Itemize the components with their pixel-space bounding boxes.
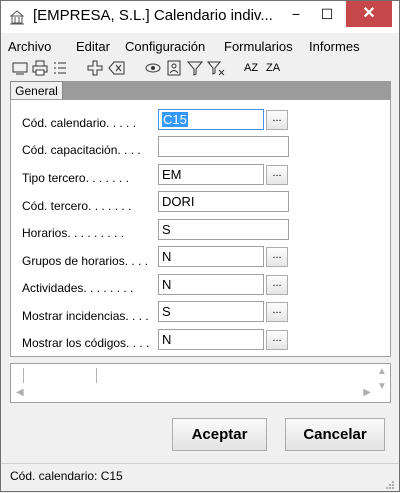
scroll-down-icon[interactable]: ▼	[377, 381, 387, 392]
cod-calendario-lookup-button[interactable]: ...	[266, 110, 288, 130]
label-cod-tercero: Cód. tercero. . . . . . .	[22, 199, 132, 213]
toolbar: AZ ZA	[1, 57, 399, 79]
view-icon[interactable]	[144, 59, 162, 77]
minimize-button[interactable]: −	[282, 1, 310, 27]
sort-desc-icon[interactable]: ZA	[266, 59, 286, 77]
title-bar: [EMPRESA, S.L.] Calendario indiv... − ☐ …	[1, 1, 399, 33]
mostrar-incidencias-field[interactable]: S	[158, 301, 264, 322]
label-tipo-tercero: Tipo tercero. . . . . . .	[22, 171, 129, 185]
cod-calendario-value: C15	[162, 112, 188, 127]
menu-bar: Archivo Editar Configuración Formularios…	[1, 36, 399, 56]
list-icon[interactable]	[51, 59, 69, 77]
grid-column-divider	[96, 368, 97, 383]
grupos-horarios-field[interactable]: N	[158, 246, 264, 267]
scroll-up-icon[interactable]: ▲	[377, 366, 387, 377]
app-building-icon	[9, 9, 25, 25]
menu-informes[interactable]: Informes	[309, 39, 360, 54]
cancel-button[interactable]: Cancelar	[285, 418, 385, 451]
sort-asc-icon[interactable]: AZ	[244, 59, 264, 77]
grid-column-divider	[23, 368, 24, 383]
monitor-icon[interactable]	[11, 59, 29, 77]
scroll-left-icon[interactable]: ◀	[16, 387, 24, 398]
mostrar-incidencias-lookup-button[interactable]: ...	[266, 302, 288, 322]
close-button[interactable]: ✕	[346, 1, 392, 27]
actividades-field[interactable]: N	[158, 274, 264, 295]
mostrar-codigos-lookup-button[interactable]: ...	[266, 330, 288, 350]
grupos-horarios-lookup-button[interactable]: ...	[266, 247, 288, 267]
mostrar-codigos-field[interactable]: N	[158, 329, 264, 350]
printer-icon[interactable]	[31, 59, 49, 77]
label-horarios: Horarios. . . . . . . . .	[22, 226, 125, 240]
general-panel: Cód. calendario. . . . . C15 ... Cód. ca…	[10, 99, 391, 357]
resize-grip-icon[interactable]	[385, 479, 395, 489]
actividades-lookup-button[interactable]: ...	[266, 275, 288, 295]
horarios-field[interactable]: S	[158, 219, 289, 240]
maximize-button[interactable]: ☐	[310, 1, 344, 27]
horizontal-scrollbar[interactable]: ◀ ▶	[12, 386, 375, 402]
tab-general[interactable]: General	[10, 81, 63, 100]
accept-button[interactable]: Aceptar	[172, 418, 267, 451]
card-icon[interactable]	[165, 59, 183, 77]
label-mostrar-incidencias: Mostrar incidencias. . . .	[22, 309, 149, 323]
label-grupos-horarios: Grupos de horarios. . . .	[22, 254, 149, 268]
label-mostrar-codigos: Mostrar los códigos. . . .	[22, 336, 150, 350]
label-cod-calendario: Cód. calendario. . . . .	[22, 116, 137, 130]
cod-calendario-field[interactable]: C15	[158, 109, 264, 130]
tipo-tercero-lookup-button[interactable]: ...	[266, 165, 288, 185]
vertical-scrollbar[interactable]: ▲ ▼	[373, 365, 389, 402]
cod-capacitacion-field[interactable]	[158, 136, 289, 157]
tipo-tercero-field[interactable]: EM	[158, 164, 264, 185]
menu-formularios[interactable]: Formularios	[224, 39, 293, 54]
label-actividades: Actividades. . . . . . . .	[22, 281, 134, 295]
data-grid[interactable]: ◀ ▶ ▲ ▼	[10, 363, 391, 403]
menu-configuracion[interactable]: Configuración	[125, 39, 205, 54]
cod-tercero-field[interactable]: DORI	[158, 191, 289, 212]
status-bar: Cód. calendario: C15	[1, 463, 399, 492]
scroll-right-icon[interactable]: ▶	[363, 387, 371, 398]
window: [EMPRESA, S.L.] Calendario indiv... − ☐ …	[0, 0, 400, 492]
status-text: Cód. calendario: C15	[10, 469, 123, 483]
tab-strip: General	[10, 81, 391, 100]
menu-editar[interactable]: Editar	[76, 39, 110, 54]
menu-archivo[interactable]: Archivo	[8, 39, 51, 54]
delete-icon[interactable]	[108, 59, 126, 77]
window-title: [EMPRESA, S.L.] Calendario indiv...	[33, 7, 273, 24]
clear-filter-icon[interactable]	[207, 59, 225, 77]
add-icon[interactable]	[86, 59, 104, 77]
filter-icon[interactable]	[186, 59, 204, 77]
label-cod-capacitacion: Cód. capacitación. . . .	[22, 143, 141, 157]
